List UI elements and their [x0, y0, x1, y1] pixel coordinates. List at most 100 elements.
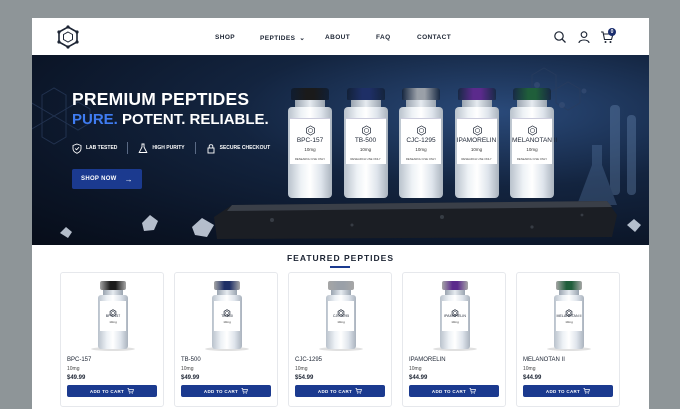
vial-cap	[556, 281, 582, 290]
product-image[interactable]: MELANOTAN II 10mg	[517, 273, 619, 353]
vial-dose: 10mg	[337, 320, 345, 324]
vial-dose: 10mg	[565, 320, 573, 324]
hero-subtitle: PURE. POTENT. RELIABLE.	[72, 111, 269, 128]
shop-now-button[interactable]: SHOP NOW →	[72, 169, 142, 189]
product-card[interactable]: CJC-1295 10mg CJC-1295 10mg $54.99 ADD TO CAR…	[288, 272, 392, 407]
add-to-cart-label: ADD TO CART	[431, 388, 467, 394]
vial-name: TB-500	[354, 137, 377, 144]
product-vial: CJC-1295 10mg	[326, 281, 356, 349]
nav-peptides[interactable]: PEPTIDES ⌄	[260, 34, 305, 42]
flask-icon	[138, 143, 148, 153]
product-name[interactable]: IPAMORELIN	[409, 357, 446, 363]
product-name[interactable]: CJC-1295	[295, 357, 322, 363]
chevron-down-icon: ⌄	[299, 35, 306, 42]
nav-about[interactable]: ABOUT	[325, 34, 350, 41]
featured-title: FEATURED PEPTIDES	[286, 253, 395, 263]
vial-label: BPC-157 10mg RESEARCH USE ONLY	[290, 118, 330, 164]
product-card[interactable]: MELANOTAN II 10mg MELANOTAN II 10mg $44.99 AD…	[516, 272, 620, 407]
badge-lab-tested: LAB TESTED	[72, 142, 117, 154]
rock-pedestal	[214, 201, 617, 239]
vial-cap	[513, 88, 551, 100]
vial-neck	[517, 100, 547, 107]
product-vial: IPAMORELIN 10mg	[440, 281, 470, 349]
cart-icon	[127, 388, 135, 394]
cart-icon	[241, 388, 249, 394]
trust-badges: LAB TESTED HIGH PURITY SECURE CHECKOUT	[72, 142, 280, 154]
badge-high-purity-label: HIGH PURITY	[152, 145, 185, 151]
nav-contact[interactable]: CONTACT	[417, 34, 451, 41]
product-vial: TB-500 10mg	[212, 281, 242, 349]
lock-icon	[207, 143, 215, 153]
arrow-right-icon: →	[124, 174, 133, 184]
vial-name: TB-500	[221, 314, 233, 318]
product-price: $44.99	[523, 375, 542, 381]
hero-subtitle-accent: PURE.	[72, 111, 118, 128]
hero-vial: IPAMORELIN 10mg RESEARCH USE ONLY	[454, 88, 499, 198]
product-name[interactable]: MELANOTAN II	[523, 357, 565, 363]
vial-label: BPC-157 10mg	[100, 301, 126, 331]
vial-name: CJC-1295	[332, 314, 350, 318]
vial-neck	[350, 100, 381, 107]
hero-vial: MELANOTAN II 10mg RESEARCH USE ONLY	[510, 88, 558, 198]
hero-banner: PREMIUM PEPTIDES PURE. POTENT. RELIABLE.…	[32, 55, 649, 245]
vial-name: MELANOTAN II	[512, 137, 558, 144]
add-to-cart-label: ADD TO CART	[89, 388, 125, 394]
product-card[interactable]: TB-500 10mg TB-500 10mg $49.99 ADD TO CART	[174, 272, 278, 407]
badge-secure-checkout-label: SECURE CHECKOUT	[219, 145, 271, 151]
cart-icon	[469, 388, 477, 394]
product-image[interactable]: BPC-157 10mg	[61, 273, 163, 353]
hero-subtitle-rest: POTENT. RELIABLE.	[122, 111, 269, 128]
shield-check-icon	[72, 143, 82, 154]
vial-cap	[100, 281, 126, 290]
nav-shop[interactable]: SHOP	[215, 34, 235, 41]
vial-cap	[457, 88, 496, 100]
add-to-cart-button[interactable]: ADD TO CART	[67, 385, 157, 397]
nav-faq[interactable]: FAQ	[376, 34, 391, 41]
hero-vial: CJC-1295 10mg RESEARCH USE ONLY	[399, 88, 443, 198]
product-image[interactable]: IPAMORELIN 10mg	[403, 273, 505, 353]
vial-label: CJC-1295 10mg RESEARCH USE ONLY	[401, 118, 441, 164]
badge-high-purity: HIGH PURITY	[138, 142, 185, 154]
add-to-cart-button[interactable]: ADD TO CART	[295, 385, 385, 397]
vial-label: IPAMORELIN 10mg	[442, 301, 468, 331]
product-price: $49.99	[67, 375, 86, 381]
vial-cap	[214, 281, 240, 290]
nav-peptides-label: PEPTIDES	[260, 35, 296, 42]
badge-divider	[127, 142, 129, 154]
product-image[interactable]: CJC-1295 10mg	[289, 273, 391, 353]
vial-name: BPC-157	[105, 314, 121, 318]
vial-dose: 10mg	[359, 147, 372, 152]
product-name[interactable]: TB-500	[181, 357, 201, 363]
product-image[interactable]: TB-500 10mg	[175, 273, 277, 353]
user-icon[interactable]	[577, 30, 591, 44]
vial-cap	[442, 281, 468, 290]
vial-dose: 10mg	[223, 320, 231, 324]
hero-vial: TB-500 10mg RESEARCH USE ONLY	[343, 88, 388, 198]
product-dose: 10mg	[295, 366, 308, 372]
logo-icon[interactable]	[56, 25, 80, 49]
vial-label: TB-500 10mg	[214, 301, 240, 331]
vial-note: RESEARCH USE ONLY	[405, 157, 437, 161]
add-to-cart-button[interactable]: ADD TO CART	[181, 385, 271, 397]
product-price: $54.99	[295, 375, 314, 381]
badge-secure-checkout: SECURE CHECKOUT	[206, 142, 271, 154]
vial-name: IPAMORELIN	[456, 137, 497, 144]
add-to-cart-button[interactable]: ADD TO CART	[523, 385, 613, 397]
hero-vial: BPC-157 10mg RESEARCH USE ONLY	[288, 88, 332, 198]
product-card[interactable]: IPAMORELIN 10mg IPAMORELIN 10mg $44.99 ADD TO…	[402, 272, 506, 407]
product-vial: MELANOTAN II 10mg	[554, 281, 584, 349]
badge-divider	[194, 142, 196, 154]
vial-label: IPAMORELIN 10mg RESEARCH USE ONLY	[456, 118, 497, 164]
vial-dose: 10mg	[526, 147, 538, 152]
vial-cap	[291, 88, 329, 100]
badge-lab-tested-label: LAB TESTED	[86, 145, 118, 151]
vial-name: BPC-157	[296, 137, 324, 144]
product-dose: 10mg	[67, 366, 80, 372]
add-to-cart-button[interactable]: ADD TO CART	[409, 385, 499, 397]
product-name[interactable]: BPC-157	[67, 357, 91, 363]
product-card[interactable]: BPC-157 10mg BPC-157 10mg $49.99 ADD TO CART	[60, 272, 164, 407]
vial-dose: 10mg	[109, 320, 117, 324]
add-to-cart-label: ADD TO CART	[203, 388, 239, 394]
search-icon[interactable]	[553, 30, 567, 44]
vial-name: MELANOTAN II	[556, 314, 582, 318]
